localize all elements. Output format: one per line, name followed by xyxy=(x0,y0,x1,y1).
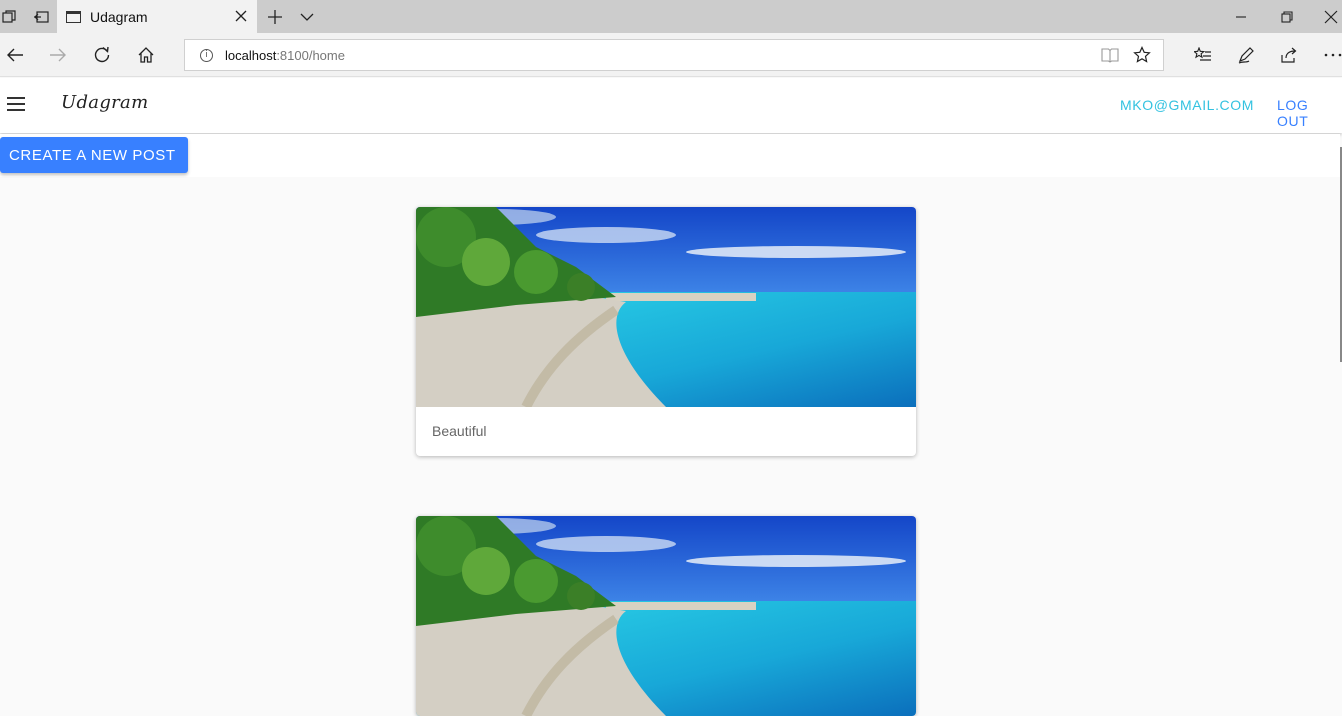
forward-arrow-icon[interactable] xyxy=(38,33,78,77)
page-favicon-icon xyxy=(66,10,81,23)
browser-tab[interactable]: Udagram xyxy=(57,0,257,33)
hamburger-menu-icon[interactable] xyxy=(7,97,25,111)
share-icon[interactable] xyxy=(1269,33,1309,77)
site-info-icon[interactable]: i xyxy=(200,48,213,62)
browser-toolbar: i localhost:8100/home xyxy=(0,33,1342,77)
tab-title: Udagram xyxy=(90,8,148,25)
logout-button[interactable]: LOG OUT xyxy=(1277,97,1342,129)
app-title: Udagram xyxy=(61,92,149,113)
browser-tab-strip: Udagram xyxy=(0,0,1342,33)
app-header: Udagram MKO@GMAIL.COM LOG OUT xyxy=(0,78,1342,133)
favorites-hub-icon[interactable] xyxy=(1183,33,1223,77)
set-tabs-aside-icon[interactable] xyxy=(30,0,52,33)
favorite-star-icon[interactable] xyxy=(1133,46,1151,64)
window-close-icon[interactable] xyxy=(1320,0,1342,33)
beach-photo xyxy=(416,207,916,407)
beach-photo xyxy=(416,516,916,716)
user-email-link[interactable]: MKO@GMAIL.COM xyxy=(1120,97,1254,113)
post-card: Beautiful xyxy=(416,207,916,456)
minimize-icon[interactable] xyxy=(1228,0,1254,33)
more-options-icon[interactable] xyxy=(1313,33,1342,77)
address-bar[interactable]: i localhost:8100/home xyxy=(184,39,1164,71)
tab-preview-chevron-icon[interactable] xyxy=(295,0,319,33)
create-post-button[interactable]: CREATE A NEW POST xyxy=(0,137,188,173)
action-toolbar xyxy=(0,134,1340,177)
refresh-icon[interactable] xyxy=(82,33,122,77)
post-caption: Beautiful xyxy=(432,423,487,439)
reading-view-icon[interactable] xyxy=(1101,47,1119,63)
close-tab-icon[interactable] xyxy=(233,8,249,24)
home-icon[interactable] xyxy=(126,33,166,77)
restore-icon[interactable] xyxy=(1274,0,1300,33)
web-notes-pen-icon[interactable] xyxy=(1226,33,1266,77)
tab-actions-icon[interactable] xyxy=(0,0,18,33)
back-arrow-icon[interactable] xyxy=(0,33,35,77)
url-text: localhost:8100/home xyxy=(225,47,345,63)
post-card xyxy=(416,516,916,716)
new-tab-icon[interactable] xyxy=(262,0,288,33)
